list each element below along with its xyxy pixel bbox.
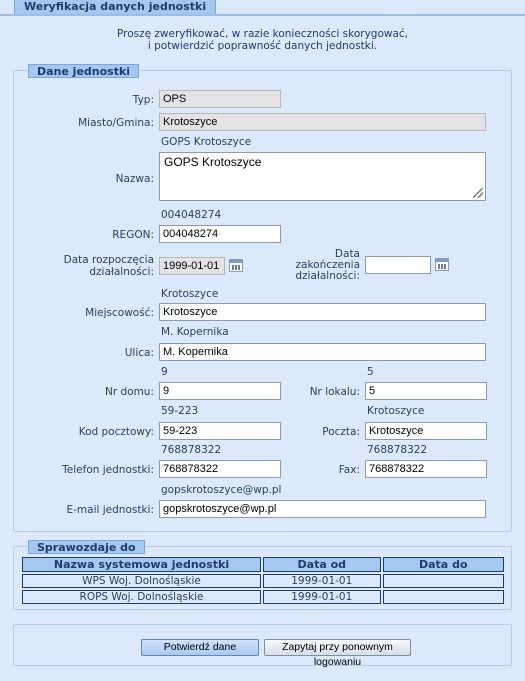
postal-code-input[interactable]: 59-223 <box>159 422 281 440</box>
apartment-number-input[interactable]: 5 <box>365 382 487 400</box>
actions-panel <box>13 624 512 666</box>
confirm-data-button[interactable]: Potwierdź dane <box>141 639 259 656</box>
table-row: WPS Woj. Dolnośląskie 1999-01-01 <box>22 574 504 588</box>
end-date-label-line3: działalności: <box>295 270 360 282</box>
locality-input[interactable]: Krotoszyce <box>159 303 486 321</box>
title-divider <box>0 14 525 16</box>
column-header-date-to: Data do <box>382 557 504 572</box>
post-office-input[interactable]: Krotoszyce <box>365 422 487 440</box>
cell-unit-name: WPS Woj. Dolnośląskie <box>22 574 262 588</box>
start-date-label-line2: działalności: <box>89 266 154 278</box>
name-label: Nazwa: <box>115 173 154 185</box>
email-input[interactable]: gopskrotoszyce@wp.pl <box>159 500 486 518</box>
phone-input[interactable]: 768878322 <box>159 460 281 478</box>
cell-date-from: 1999-01-01 <box>263 590 381 604</box>
apartment-number-original-value: 5 <box>367 366 374 378</box>
post-office-label: Poczta: <box>322 426 360 438</box>
fax-label: Fax: <box>338 464 360 476</box>
type-field: OPS <box>159 90 281 108</box>
cell-date-to <box>382 590 504 604</box>
city-commune-label: Miasto/Gmina: <box>78 117 154 129</box>
reports-to-table: Nazwa systemowa jednostki Data od Data d… <box>20 555 506 606</box>
regon-original-value: 004048274 <box>161 209 222 221</box>
phone-label: Telefon jednostki: <box>62 464 154 476</box>
end-date-input[interactable] <box>365 256 431 274</box>
postal-code-original-value: 59-223 <box>161 405 199 417</box>
post-office-original-value: Krotoszyce <box>367 405 425 417</box>
street-label: Ulica: <box>124 347 154 359</box>
postal-code-label: Kod pocztowy: <box>78 426 154 438</box>
street-original-value: M. Kopernika <box>161 326 229 338</box>
name-original-value: GOPS Krotoszyce <box>161 136 252 148</box>
locality-label: Miejscowość: <box>85 307 154 319</box>
table-header-row: Nazwa systemowa jednostki Data od Data d… <box>22 557 504 572</box>
calendar-icon[interactable] <box>435 258 449 271</box>
apartment-number-label: Nr lokalu: <box>309 386 360 398</box>
house-number-label: Nr domu: <box>104 386 154 398</box>
column-header-name: Nazwa systemowa jednostki <box>22 557 262 572</box>
intro-line-1: Proszę zweryfikować, w razie koniecznośc… <box>116 28 409 40</box>
name-textarea-value: GOPS Krotoszyce <box>164 155 262 169</box>
street-input[interactable]: M. Kopernika <box>159 343 486 361</box>
phone-original-value: 768878322 <box>161 444 222 456</box>
cell-date-from: 1999-01-01 <box>263 574 381 588</box>
name-textarea[interactable]: GOPS Krotoszyce <box>159 152 486 201</box>
table-row: ROPS Woj. Dolnośląskie 1999-01-01 <box>22 590 504 604</box>
resize-grip-icon[interactable] <box>473 188 483 198</box>
start-date-field: 1999-01-01 <box>159 257 225 275</box>
unit-data-legend: Dane jednostki <box>28 64 140 78</box>
cell-date-to <box>382 574 504 588</box>
fax-original-value: 768878322 <box>367 444 428 456</box>
intro-line-2: i potwierdzić poprawność danych jednostk… <box>147 40 378 52</box>
calendar-icon[interactable] <box>229 259 243 272</box>
cell-unit-name: ROPS Woj. Dolnośląskie <box>22 590 262 604</box>
house-number-input[interactable]: 9 <box>159 382 281 400</box>
type-label: Typ: <box>132 94 154 106</box>
regon-label: REGON: <box>112 229 154 241</box>
city-commune-field: Krotoszyce <box>159 113 486 131</box>
ask-on-next-login-button[interactable]: Zapytaj przy ponownym logowaniu <box>264 639 411 668</box>
page-title: Weryfikacja danych jednostki <box>14 0 217 15</box>
fax-input[interactable]: 768878322 <box>365 460 487 478</box>
reports-to-legend: Sprawozdaje do <box>28 540 145 554</box>
email-label: E-mail jednostki: <box>66 504 154 516</box>
regon-input[interactable]: 004048274 <box>159 225 281 243</box>
locality-original-value: Krotoszyce <box>161 288 219 300</box>
email-original-value: gopskrotoszyce@wp.pl <box>161 484 282 496</box>
house-number-original-value: 9 <box>161 366 168 378</box>
column-header-date-from: Data od <box>263 557 381 572</box>
